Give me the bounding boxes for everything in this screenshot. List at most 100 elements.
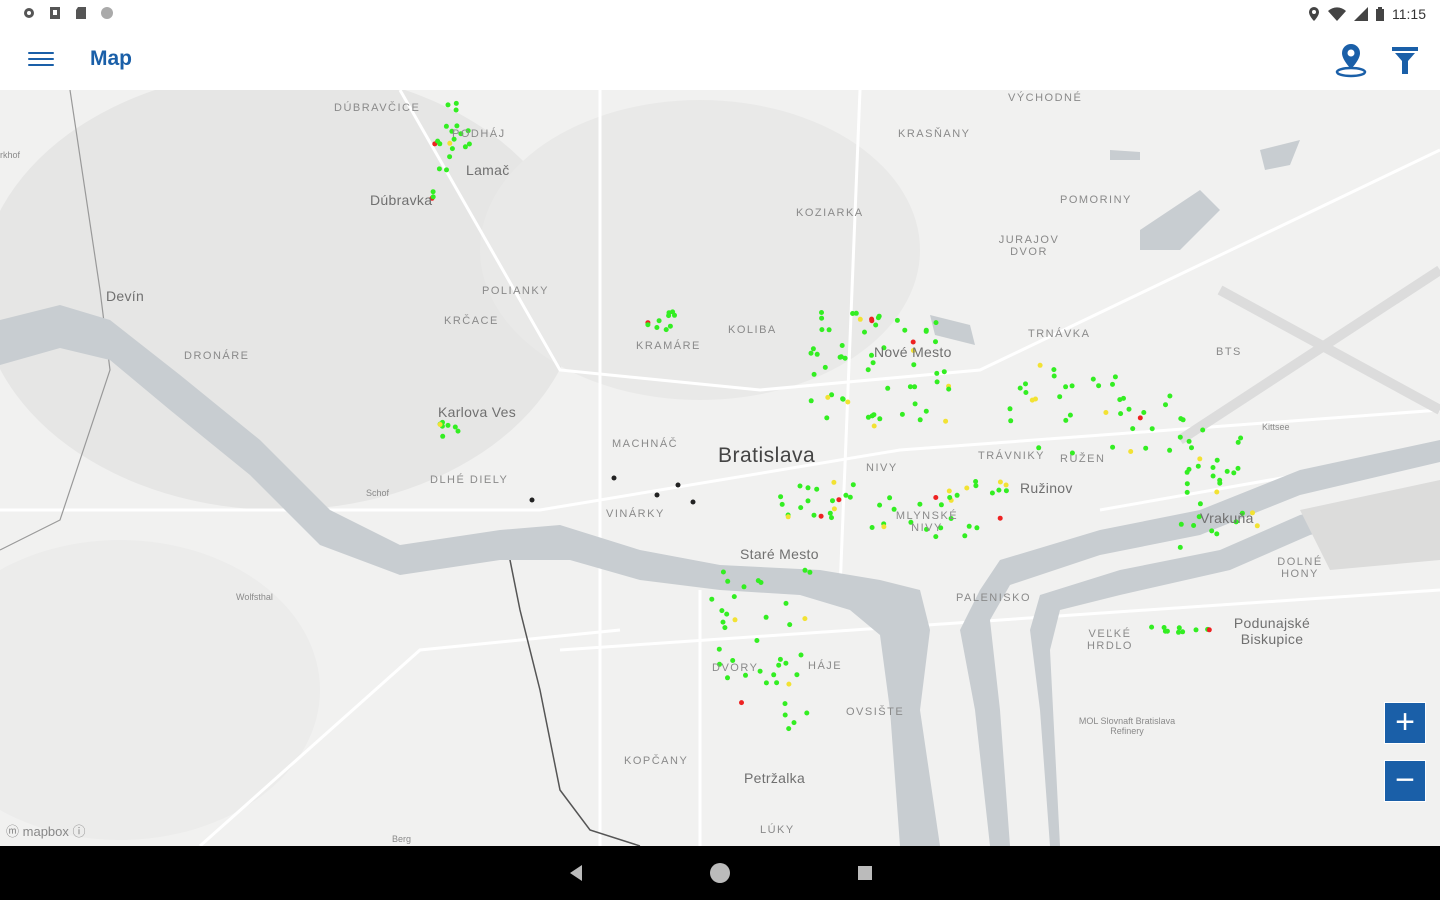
station-marker[interactable] — [1214, 489, 1220, 495]
station-marker[interactable] — [675, 482, 681, 488]
station-marker[interactable] — [667, 323, 673, 329]
station-marker[interactable] — [1051, 373, 1057, 379]
station-marker[interactable] — [778, 494, 784, 500]
station-marker[interactable] — [1217, 480, 1223, 486]
station-marker[interactable] — [1037, 362, 1043, 368]
station-marker[interactable] — [1103, 410, 1109, 415]
station-marker[interactable] — [877, 416, 883, 422]
station-marker[interactable] — [1067, 412, 1073, 418]
station-marker[interactable] — [1143, 445, 1149, 451]
station-marker[interactable] — [1238, 435, 1244, 441]
station-marker[interactable] — [933, 534, 939, 540]
station-marker[interactable] — [853, 310, 859, 316]
my-location-icon[interactable] — [1334, 42, 1368, 78]
station-marker[interactable] — [964, 485, 970, 491]
station-marker[interactable] — [1186, 438, 1192, 444]
station-marker[interactable] — [996, 487, 1002, 493]
station-marker[interactable] — [731, 594, 737, 600]
station-marker[interactable] — [1214, 531, 1220, 537]
station-marker[interactable] — [997, 479, 1003, 485]
station-marker[interactable] — [690, 499, 696, 505]
station-marker[interactable] — [725, 675, 730, 681]
station-marker[interactable] — [798, 652, 804, 658]
station-marker[interactable] — [847, 494, 853, 500]
station-marker[interactable] — [997, 515, 1003, 521]
station-marker[interactable] — [917, 417, 923, 423]
station-marker[interactable] — [786, 681, 792, 687]
station-marker[interactable] — [719, 608, 725, 614]
station-marker[interactable] — [437, 422, 443, 427]
station-marker[interactable] — [822, 364, 828, 370]
station-marker[interactable] — [1057, 394, 1063, 400]
station-marker[interactable] — [666, 310, 672, 316]
station-marker[interactable] — [1209, 528, 1215, 534]
station-marker[interactable] — [1069, 383, 1075, 389]
station-marker[interactable] — [1210, 473, 1216, 479]
station-marker[interactable] — [435, 138, 441, 144]
station-marker[interactable] — [1063, 417, 1069, 423]
station-marker[interactable] — [453, 100, 459, 106]
station-marker[interactable] — [782, 712, 788, 718]
station-marker[interactable] — [1137, 415, 1143, 421]
station-marker[interactable] — [947, 495, 953, 500]
station-marker[interactable] — [933, 320, 939, 326]
station-marker[interactable] — [907, 384, 913, 390]
station-marker[interactable] — [722, 625, 728, 631]
station-marker[interactable] — [862, 329, 867, 335]
station-marker[interactable] — [1141, 410, 1147, 415]
station-marker[interactable] — [899, 411, 905, 417]
station-marker[interactable] — [875, 315, 881, 321]
station-marker[interactable] — [923, 408, 929, 414]
station-marker[interactable] — [777, 656, 783, 662]
station-marker[interactable] — [877, 502, 883, 508]
station-marker[interactable] — [436, 166, 442, 172]
station-marker[interactable] — [794, 672, 800, 678]
station-marker[interactable] — [943, 418, 949, 424]
filter-icon[interactable] — [1390, 44, 1420, 76]
station-marker[interactable] — [1189, 445, 1194, 451]
station-marker[interactable] — [1186, 466, 1192, 472]
station-marker[interactable] — [716, 646, 722, 652]
station-marker[interactable] — [656, 318, 662, 324]
station-marker[interactable] — [857, 316, 863, 322]
station-marker[interactable] — [819, 310, 824, 315]
station-marker[interactable] — [1121, 395, 1126, 401]
station-marker[interactable] — [1130, 426, 1136, 432]
station-marker[interactable] — [1096, 383, 1102, 389]
station-marker[interactable] — [1033, 396, 1038, 402]
station-marker[interactable] — [902, 327, 908, 333]
station-marker[interactable] — [923, 328, 929, 334]
station-marker[interactable] — [829, 515, 834, 521]
station-marker[interactable] — [1110, 444, 1116, 450]
station-marker[interactable] — [776, 662, 782, 668]
hamburger-menu-icon[interactable] — [28, 48, 54, 72]
station-marker[interactable] — [826, 327, 832, 333]
station-marker[interactable] — [797, 483, 803, 489]
station-marker[interactable] — [934, 379, 940, 385]
station-marker[interactable] — [954, 492, 960, 498]
station-marker[interactable] — [1110, 381, 1115, 387]
station-marker[interactable] — [802, 567, 808, 573]
station-marker[interactable] — [869, 525, 875, 530]
info-icon[interactable]: ⓘ — [73, 824, 86, 839]
station-marker[interactable] — [808, 350, 814, 356]
station-marker[interactable] — [663, 327, 669, 333]
station-marker[interactable] — [709, 596, 715, 602]
station-marker[interactable] — [1023, 381, 1028, 387]
station-marker[interactable] — [763, 680, 769, 686]
station-marker[interactable] — [1206, 627, 1212, 633]
station-marker[interactable] — [966, 523, 972, 529]
recents-square-icon[interactable] — [858, 866, 872, 880]
station-marker[interactable] — [1178, 416, 1184, 422]
station-marker[interactable] — [455, 428, 461, 434]
station-marker[interactable] — [445, 102, 451, 108]
station-marker[interactable] — [827, 510, 833, 516]
station-marker[interactable] — [810, 346, 816, 352]
station-marker[interactable] — [654, 325, 660, 330]
station-marker[interactable] — [946, 488, 952, 494]
station-marker[interactable] — [871, 423, 877, 429]
station-marker[interactable] — [804, 710, 810, 716]
station-marker[interactable] — [839, 343, 845, 348]
station-marker[interactable] — [720, 569, 726, 575]
station-marker[interactable] — [818, 513, 824, 519]
